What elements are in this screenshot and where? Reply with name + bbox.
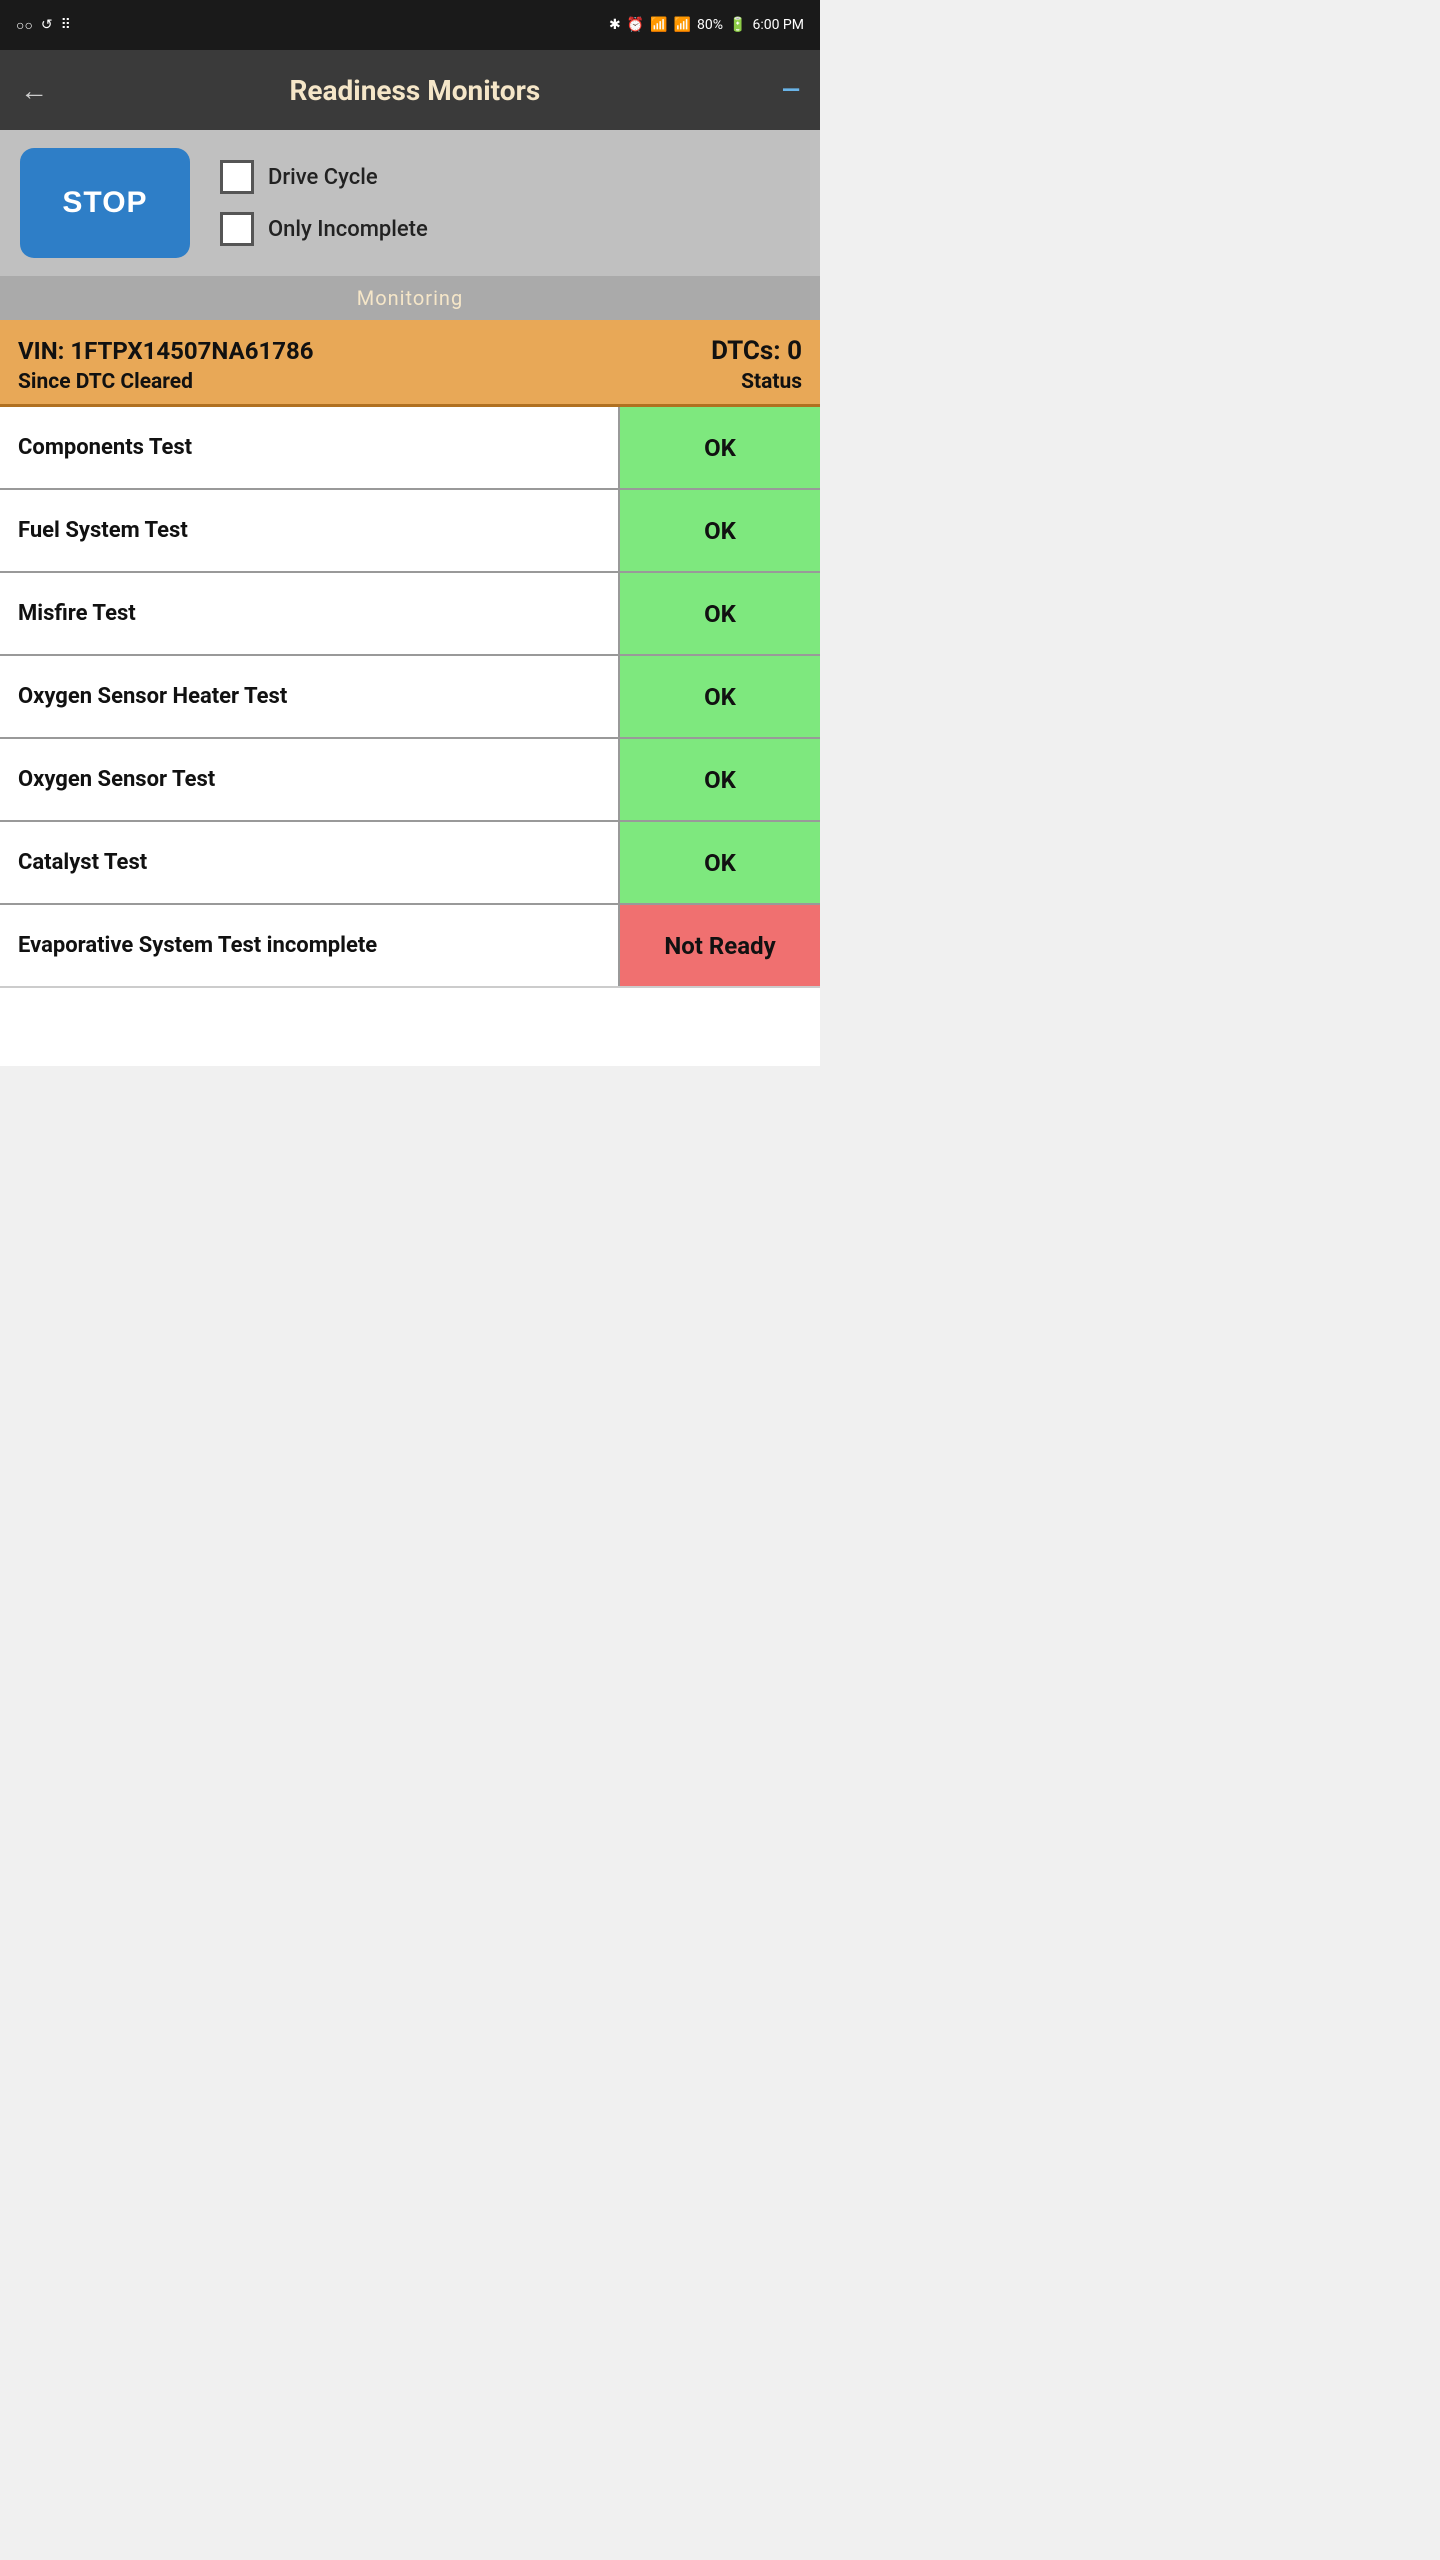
since-dtc-label: Since DTC Cleared: [18, 370, 193, 394]
dtcs-display: DTCs: 0: [711, 336, 802, 366]
monitor-status-cell: OK: [620, 656, 820, 737]
only-incomplete-row: Only Incomplete: [220, 212, 428, 246]
monitor-name-cell: Components Test: [0, 407, 620, 488]
drive-cycle-label: Drive Cycle: [268, 165, 378, 190]
status-bar: ○○ ↺ ⠿ ✱ ⏰ 📶 📶 80% 🔋 6:00 PM: [0, 0, 820, 50]
table-row: Evaporative System Test incompleteNot Re…: [0, 905, 820, 986]
vehicle-info-row: VIN: 1FTPX14507NA61786 DTCs: 0 Since DTC…: [0, 320, 820, 407]
battery-icon: 🔋: [729, 17, 746, 33]
info-top: VIN: 1FTPX14507NA61786 DTCs: 0: [18, 336, 802, 366]
checkboxes-container: Drive Cycle Only Incomplete: [220, 160, 428, 246]
controls-area: STOP Drive Cycle Only Incomplete: [0, 130, 820, 276]
table-row: Catalyst TestOK: [0, 822, 820, 905]
drive-cycle-checkbox[interactable]: [220, 160, 254, 194]
status-bar-left: ○○ ↺ ⠿: [16, 17, 71, 34]
vin-display: VIN: 1FTPX14507NA61786: [18, 337, 314, 365]
info-bottom: Since DTC Cleared Status: [18, 370, 802, 394]
app-header: ← Readiness Monitors —: [0, 50, 820, 130]
table-row: Misfire TestOK: [0, 573, 820, 656]
table-row: Oxygen Sensor Heater TestOK: [0, 656, 820, 739]
notification-icons: ○○: [16, 17, 33, 34]
time-display: 6:00 PM: [752, 17, 804, 33]
wifi-signal-icon: 📶: [650, 17, 667, 33]
menu-icon[interactable]: —: [782, 76, 800, 104]
drive-cycle-row: Drive Cycle: [220, 160, 428, 194]
monitors-list: Components TestOKFuel System TestOKMisfi…: [0, 407, 820, 986]
bluetooth-icon: ✱: [609, 17, 621, 33]
monitor-name-cell: Misfire Test: [0, 573, 620, 654]
only-incomplete-label: Only Incomplete: [268, 217, 428, 242]
monitor-status-cell: OK: [620, 573, 820, 654]
table-row: Fuel System TestOK: [0, 490, 820, 573]
monitor-status-cell: OK: [620, 407, 820, 488]
monitoring-label: Monitoring: [357, 286, 463, 310]
monitor-name-cell: Oxygen Sensor Test: [0, 739, 620, 820]
status-column-label: Status: [741, 370, 802, 394]
back-button[interactable]: ←: [20, 74, 48, 107]
monitor-name-cell: Catalyst Test: [0, 822, 620, 903]
status-bar-right: ✱ ⏰ 📶 📶 80% 🔋 6:00 PM: [609, 17, 804, 33]
stop-button[interactable]: STOP: [20, 148, 190, 258]
only-incomplete-checkbox[interactable]: [220, 212, 254, 246]
monitor-status-cell: OK: [620, 490, 820, 571]
table-row: Oxygen Sensor TestOK: [0, 739, 820, 822]
battery-text: 80%: [697, 17, 723, 33]
alarm-icon: ⏰: [627, 17, 644, 33]
monitor-status-cell: OK: [620, 739, 820, 820]
monitor-name-cell: Evaporative System Test incomplete: [0, 905, 620, 986]
monitor-status-cell: OK: [620, 822, 820, 903]
monitor-status-cell: Not Ready: [620, 905, 820, 986]
signal-icon: 📶: [674, 17, 691, 33]
table-row: Components TestOK: [0, 407, 820, 490]
wifi-icon: ↺: [41, 17, 53, 33]
bottom-spacer: [0, 986, 820, 1066]
page-title: Readiness Monitors: [48, 74, 782, 107]
apps-icon: ⠿: [61, 17, 71, 33]
monitor-name-cell: Oxygen Sensor Heater Test: [0, 656, 620, 737]
monitoring-bar: Monitoring: [0, 276, 820, 320]
monitor-name-cell: Fuel System Test: [0, 490, 620, 571]
